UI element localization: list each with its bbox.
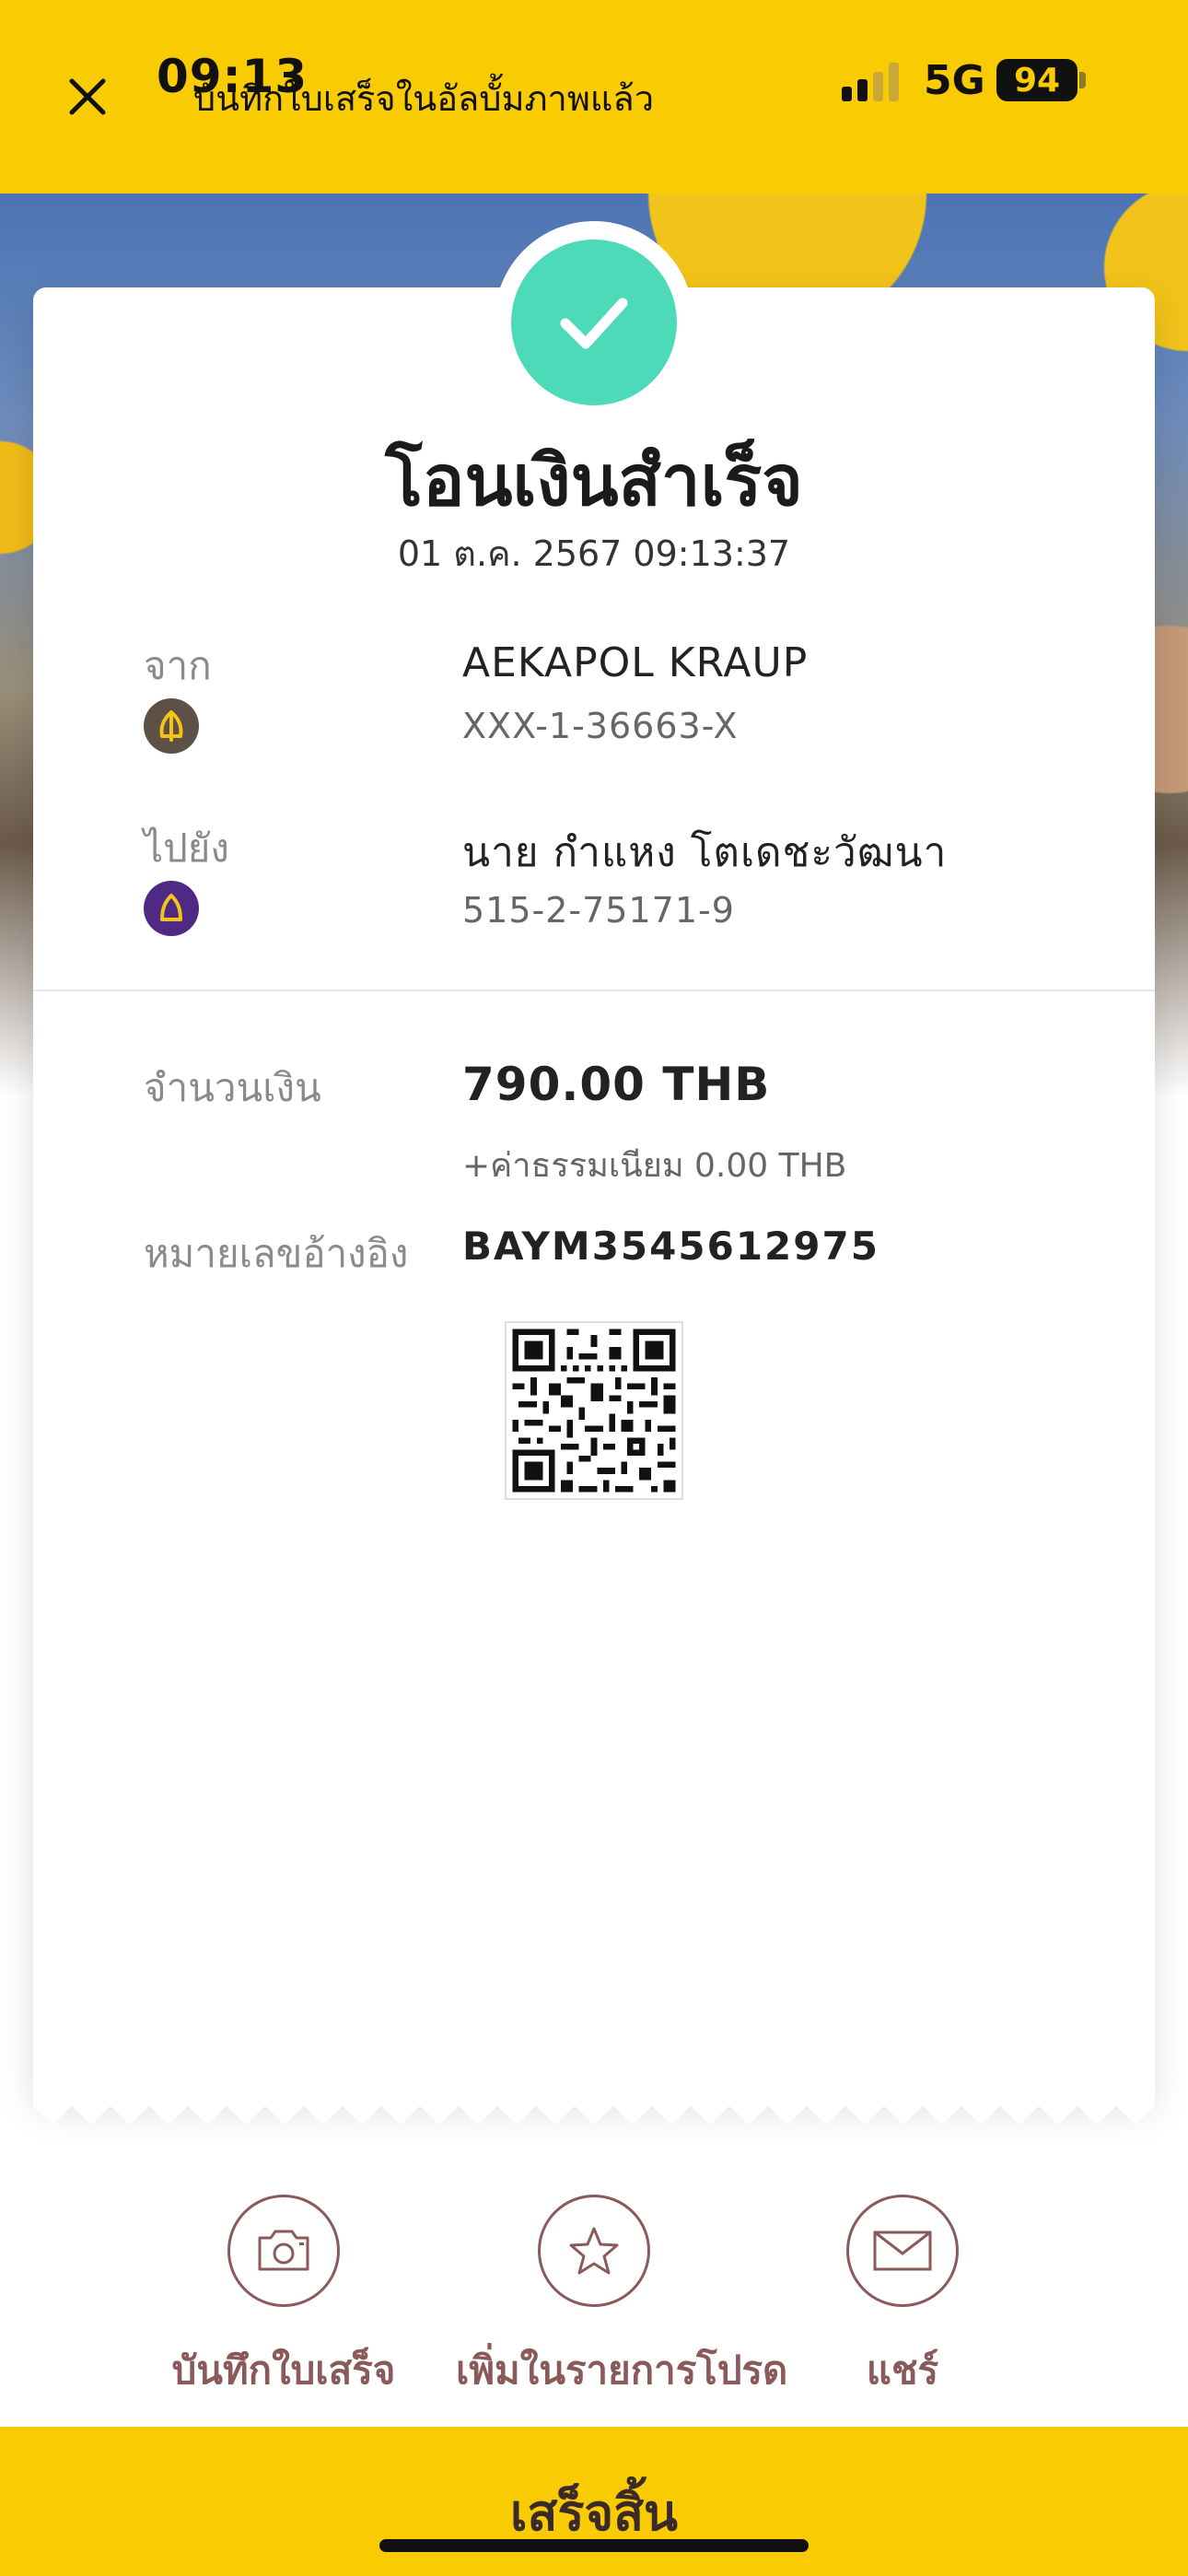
close-button[interactable] [55,64,120,129]
amount-label: จำนวนเงิน [144,1065,321,1110]
add-favorite-label: เพิ่มในรายการโปรด [456,2348,788,2393]
checkmark-icon [560,298,628,349]
share-label: แชร์ [866,2348,939,2393]
signal-icon [842,63,899,101]
network-type: 5G [924,57,985,104]
save-receipt-label: บันทึกใบเสร็จ [171,2348,396,2393]
to-account: 515-2-75171-9 [462,890,735,931]
home-indicator[interactable] [379,2539,809,2552]
scb-icon [144,881,199,936]
save-receipt-circle [227,2195,340,2307]
to-name: นาย กำแหง โตเดชะวัฒนา [462,829,948,876]
success-badge [511,240,677,405]
receipt-zigzag-edge [33,2102,1155,2125]
camera-icon [258,2230,309,2271]
done-button[interactable]: เสร็จสิ้น [0,2427,1188,2576]
transfer-datetime: 01 ต.ค. 2567 09:13:37 [397,533,791,574]
from-name: AEKAPOL KRAUP [462,639,809,686]
share-button[interactable]: แชร์ [764,2195,1041,2401]
reference-label: หมายเลขอ้างอิง [144,1231,409,1276]
from-account: XXX-1-36663-X [462,706,739,746]
top-bar: บันทึกใบเสร็จในอัลบั้มภาพแล้ว 09:13 5G 9… [0,0,1188,193]
page-title: โอนเงินสำเร็จ [385,439,803,521]
share-circle [846,2195,959,2307]
fee-value: +ค่าธรรมเนียม 0.00 THB [462,1147,847,1185]
to-label: ไปยัง [144,825,229,871]
star-icon [569,2227,619,2275]
status-time: 09:13 [157,50,309,103]
battery-tip [1079,72,1086,88]
qr-code[interactable] [505,1321,683,1500]
add-favorite-circle [538,2195,650,2307]
close-icon [69,78,106,115]
amount-value: 790.00 THB [462,1058,771,1111]
save-receipt-button[interactable]: บันทึกใบเสร็จ [146,2195,422,2401]
section-divider [33,989,1155,991]
kbank-icon [144,698,199,754]
add-favorite-button[interactable]: เพิ่มในรายการโปรด [456,2195,788,2401]
from-label: จาก [144,643,212,688]
battery-level: 94 [1013,61,1061,100]
mail-icon [873,2231,932,2271]
reference-value: BAYM3545612975 [462,1224,879,1269]
battery-icon: 94 [996,59,1077,101]
done-label: เสร็จสิ้น [510,2484,678,2542]
